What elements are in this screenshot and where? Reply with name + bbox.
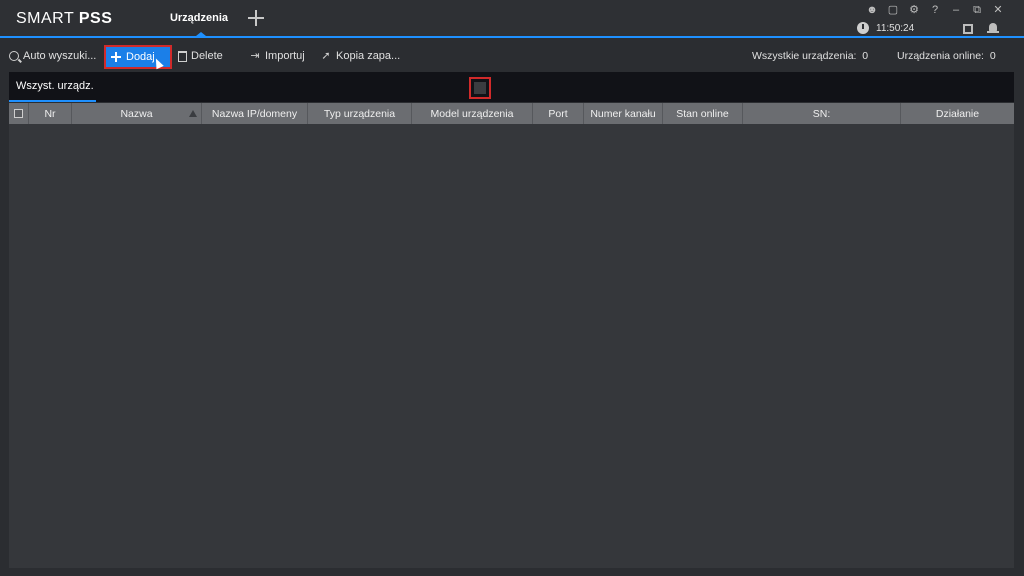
auto-search-button[interactable]: Auto wyszuki...	[9, 46, 96, 66]
import-button[interactable]: ⇥ Importuj	[249, 46, 304, 66]
col-ip-domain[interactable]: Nazwa IP/domeny	[202, 103, 308, 124]
sort-icon	[189, 110, 197, 117]
clock: 11:50:24	[857, 22, 914, 34]
bell-icon[interactable]	[987, 22, 999, 34]
highlight-marker	[469, 77, 491, 99]
user-icon[interactable]: ☻	[866, 4, 878, 16]
table-header: Nr Nazwa Nazwa IP/domeny Typ urządzenia …	[9, 103, 1014, 124]
app-logo: SMART PSS	[16, 10, 113, 27]
add-tab-icon[interactable]	[246, 8, 266, 28]
title-bar: SMART PSS Urządzenia ☻ ▢ ⚙ ? – ⧉ ✕ 11:50…	[0, 0, 1024, 38]
backup-icon: ➚	[321, 50, 331, 62]
active-tab-indicator	[196, 32, 206, 36]
restore-icon[interactable]: ⧉	[971, 4, 983, 16]
online-devices-stat: Urządzenia online: 0	[897, 50, 996, 62]
plus-icon	[110, 51, 122, 63]
col-online-status[interactable]: Stan online	[663, 103, 743, 124]
col-name[interactable]: Nazwa	[72, 103, 202, 124]
col-channel-number[interactable]: Numer kanału	[584, 103, 663, 124]
col-sn[interactable]: SN:	[743, 103, 901, 124]
help-icon[interactable]: ?	[929, 4, 941, 16]
col-device-type[interactable]: Typ urządzenia	[308, 103, 412, 124]
search-icon	[9, 51, 19, 61]
device-table-body	[9, 124, 1014, 568]
all-devices-stat: Wszystkie urządzenia: 0	[752, 50, 869, 62]
device-group-tabs: Wszyst. urządz.	[9, 72, 1014, 102]
delete-button[interactable]: Delete	[178, 46, 223, 66]
col-nr[interactable]: Nr	[29, 103, 72, 124]
toolbar: Auto wyszuki... Dodaj Delete ⇥ Importuj …	[0, 40, 1024, 72]
col-port[interactable]: Port	[533, 103, 584, 124]
tab-devices[interactable]: Urządzenia	[160, 0, 238, 36]
trash-icon	[178, 50, 187, 62]
window-bottom-edge	[0, 568, 1024, 576]
select-all-checkbox[interactable]	[9, 103, 29, 124]
close-icon[interactable]: ✕	[992, 4, 1004, 16]
clock-time: 11:50:24	[876, 22, 915, 34]
import-icon: ⇥	[250, 50, 260, 62]
tab-all-devices[interactable]: Wszyst. urządz.	[9, 72, 96, 102]
col-actions[interactable]: Działanie	[901, 103, 1014, 124]
window-controls: ☻ ▢ ⚙ ? – ⧉ ✕	[866, 4, 1004, 16]
backup-button[interactable]: ➚ Kopia zapa...	[320, 46, 400, 66]
lock-icon[interactable]: ▢	[887, 4, 899, 16]
col-device-model[interactable]: Model urządzenia	[412, 103, 533, 124]
settings-icon[interactable]: ⚙	[908, 4, 920, 16]
minimize-icon[interactable]: –	[950, 4, 962, 16]
cpu-icon[interactable]	[963, 24, 973, 34]
clock-icon	[857, 22, 869, 34]
